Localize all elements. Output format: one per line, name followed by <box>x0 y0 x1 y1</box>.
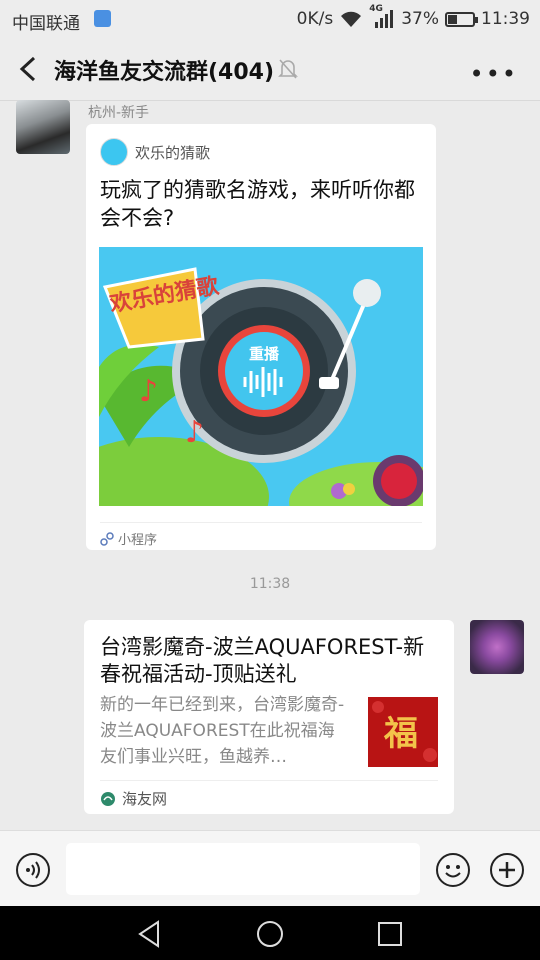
sender-name: 杭州-新手 <box>88 105 150 121</box>
game-cover-image: ♪ ♪ 欢乐的猜歌 重播 <box>99 247 423 506</box>
wifi-icon <box>341 11 362 27</box>
mini-program-label: 小程序 <box>118 533 158 548</box>
replay-label: 重播 <box>249 345 280 363</box>
article-thumbnail: 福 <box>368 697 438 767</box>
battery-fill <box>448 14 457 24</box>
sender-avatar[interactable] <box>16 100 70 154</box>
mini-program-header: 欢乐的猜歌 <box>100 138 210 166</box>
mini-program-card[interactable]: 欢乐的猜歌 玩疯了的猜歌名游戏，来听听你都会不会? ♪ ♪ 欢乐的猜歌 重播 小… <box>86 124 436 550</box>
mini-program-logo-icon <box>100 138 128 166</box>
chat-title: 海洋鱼友交流群(404) <box>54 60 275 85</box>
battery-icon <box>445 11 478 27</box>
source-logo-icon <box>101 791 115 806</box>
mini-program-name: 欢乐的猜歌 <box>135 143 211 162</box>
signal-icon: 4G <box>369 4 395 28</box>
thumbnail-fu-text: 福 <box>383 714 418 754</box>
mini-program-icon <box>100 531 114 546</box>
article-description: 新的一年已经到来，台湾影魔奇-波兰AQUAFOREST在此祝福海友们事业兴旺，鱼… <box>100 695 345 767</box>
more-options-icon[interactable]: ••• <box>470 60 518 88</box>
notification-app-icon <box>94 10 111 27</box>
network-type: 4G <box>369 4 383 14</box>
mute-bell-icon <box>278 59 298 79</box>
voice-input-icon[interactable] <box>16 853 50 887</box>
svg-text:♪: ♪ <box>139 374 158 409</box>
carrier-label: 中国联通 <box>12 14 80 34</box>
my-avatar[interactable] <box>470 620 524 674</box>
system-navigation-bar <box>0 906 540 960</box>
card-footer: 小程序 <box>100 522 422 548</box>
emoji-icon[interactable] <box>436 853 470 887</box>
message-input[interactable] <box>66 843 420 895</box>
article-title: 台湾影魔奇-波兰AQUAFOREST-新春祝福活动-顶贴送礼 <box>100 635 425 686</box>
article-card[interactable]: 台湾影魔奇-波兰AQUAFOREST-新春祝福活动-顶贴送礼 新的一年已经到来，… <box>84 620 454 814</box>
article-footer: 海友网 <box>100 780 438 809</box>
plus-icon[interactable] <box>490 853 524 887</box>
status-bar: 中国联通 0K/s 4G 37% 11:39 <box>0 0 540 38</box>
card-title: 玩疯了的猜歌名游戏，来听听你都会不会? <box>100 178 415 230</box>
system-home-icon[interactable] <box>256 920 284 948</box>
svg-text:♪: ♪ <box>185 415 204 450</box>
article-source: 海友网 <box>122 790 168 808</box>
battery-percent: 37% <box>401 9 439 29</box>
chat-header: 海洋鱼友交流群(404) ••• <box>0 38 540 101</box>
message-timestamp: 11:38 <box>249 576 291 592</box>
system-back-icon[interactable] <box>136 920 164 948</box>
back-arrow-icon[interactable] <box>14 52 44 86</box>
clock: 11:39 <box>481 9 530 29</box>
input-bar <box>0 830 540 907</box>
system-recents-icon[interactable] <box>376 920 404 948</box>
network-speed: 0K/s <box>296 9 334 29</box>
